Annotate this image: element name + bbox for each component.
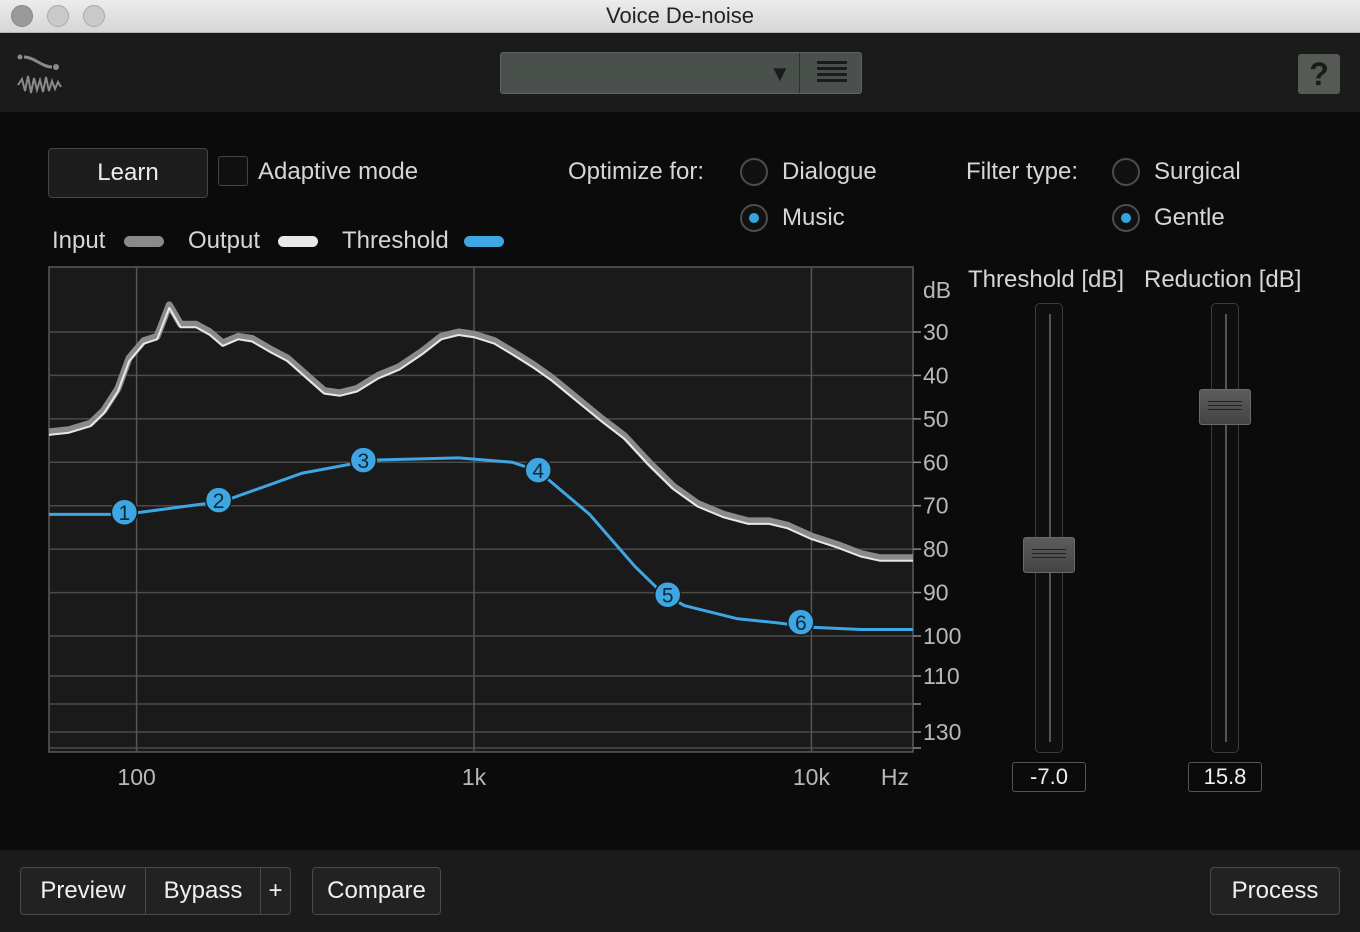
reduction-fader-groove <box>1225 314 1227 742</box>
y-unit-label: dB <box>923 277 951 303</box>
preview-button[interactable]: Preview <box>20 867 146 915</box>
reduction-fader-track[interactable] <box>1211 303 1239 753</box>
reduction-value-field[interactable]: 15.8 <box>1188 762 1262 792</box>
threshold-node-6[interactable]: 6 <box>787 608 815 636</box>
y-tick-label: 130 <box>923 719 961 745</box>
threshold-node-5[interactable]: 5 <box>653 580 682 609</box>
threshold-node-3[interactable]: 3 <box>349 446 378 474</box>
y-tick-label: 100 <box>923 623 961 649</box>
threshold-value-field[interactable]: -7.0 <box>1012 762 1086 792</box>
x-tick-label: 100 <box>117 764 155 790</box>
bypass-button[interactable]: Bypass <box>145 867 261 915</box>
threshold-fader-handle[interactable] <box>1023 537 1075 573</box>
threshold-node-label: 1 <box>119 502 131 525</box>
y-tick-label: 30 <box>923 319 949 345</box>
threshold-node-4[interactable]: 4 <box>524 456 552 484</box>
process-button[interactable]: Process <box>1210 867 1340 915</box>
threshold-node-label: 3 <box>358 450 370 473</box>
x-tick-label: 10k <box>793 764 831 790</box>
y-tick-label: 110 <box>923 663 960 689</box>
x-tick-label: 1k <box>462 764 487 790</box>
threshold-node-label: 4 <box>532 460 544 483</box>
compare-button[interactable]: Compare <box>312 867 441 915</box>
bypass-plus-button[interactable]: + <box>260 867 291 915</box>
threshold-fader-title: Threshold [dB] <box>968 266 1125 293</box>
threshold-node-2[interactable]: 2 <box>204 486 233 514</box>
threshold-node-1[interactable]: 1 <box>110 498 139 526</box>
threshold-fader-groove <box>1049 314 1051 742</box>
threshold-fader-track[interactable] <box>1035 303 1063 753</box>
threshold-node-label: 5 <box>662 585 674 608</box>
y-tick-label: 50 <box>923 406 949 432</box>
spectrum-graph[interactable]: 30 40 50 60 70 80 90 100 110 130 dB 100 1k 10k Hz 1 2 3 4… <box>0 0 1360 932</box>
x-unit-label: Hz <box>881 764 909 790</box>
reduction-fader-handle[interactable] <box>1199 389 1251 425</box>
threshold-node-label: 6 <box>795 612 807 635</box>
y-tick-label: 80 <box>923 536 949 562</box>
y-tick-label: 40 <box>923 362 949 388</box>
reduction-fader-title: Reduction [dB] <box>1144 266 1302 293</box>
y-tick-label: 90 <box>923 580 949 606</box>
y-tick-label: 60 <box>923 449 949 475</box>
threshold-node-label: 2 <box>213 490 225 513</box>
y-tick-label: 70 <box>923 493 949 519</box>
